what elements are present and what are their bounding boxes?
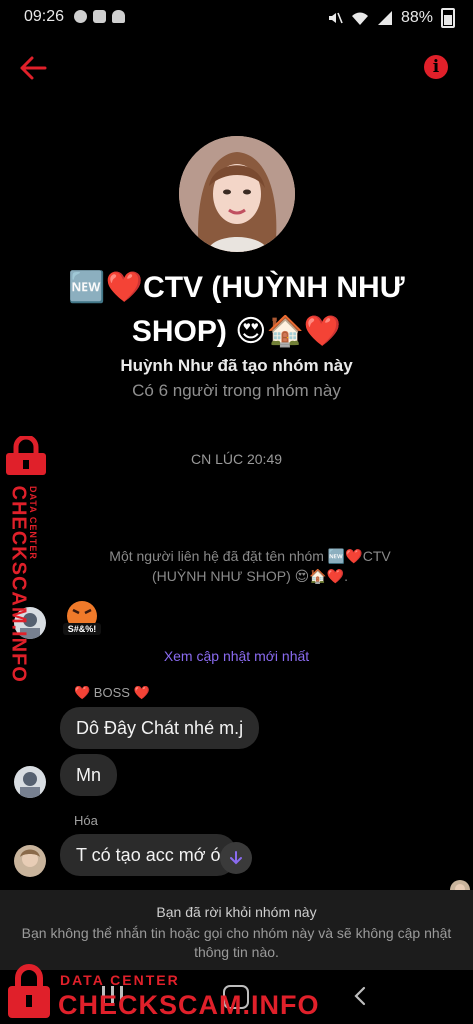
status-time: 09:26 [24, 8, 65, 25]
info-icon[interactable]: i [424, 55, 448, 79]
person-avatar-icon [14, 845, 46, 877]
messenger-icon [74, 10, 87, 23]
watermark-side: CHECKSCAM.INFO DATA CENTER [2, 434, 50, 683]
angry-emoji-sticker[interactable]: S#&%! [60, 598, 104, 642]
system-message-line2: (HUỲNH NHƯ SHOP) 😍🏠❤️. [152, 568, 348, 584]
padlock-icon [6, 434, 46, 475]
message-bubble[interactable]: T có tạo acc mớ ó [60, 834, 237, 876]
arrow-left-icon[interactable] [18, 54, 48, 82]
watermark-bottom: DATA CENTER CHECKSCAM.INFO [0, 962, 319, 1024]
group-name-line2: SHOP) 😍🏠❤️ [131, 315, 342, 348]
watermark-bottom-line1: DATA CENTER [60, 972, 180, 988]
mute-icon [328, 12, 343, 24]
person-photo-icon [179, 136, 295, 252]
signal-icon [377, 11, 392, 25]
watermark-bottom-line2: CHECKSCAM.INFO [58, 990, 320, 1020]
group-created-by: Huỳnh Như đã tạo nhóm này [120, 356, 353, 375]
sticker-text: S#&%! [67, 624, 97, 634]
sender-avatar[interactable] [14, 766, 46, 798]
system-message: Một người liên hệ đã đặt tên nhóm 🆕❤️CTV… [80, 546, 420, 586]
banner-title: Bạn đã rời khỏi nhóm này [156, 904, 317, 920]
status-bar: 09:26 88% [0, 0, 473, 34]
group-name: 🆕❤️CTV (HUỲNH NHƯ SHOP) 😍🏠❤️ [40, 266, 433, 354]
notification-icons [74, 10, 125, 23]
status-right: 88% [327, 8, 455, 28]
scroll-down-button[interactable] [220, 842, 252, 874]
sender-name: ❤️ BOSS ❤️ [74, 685, 150, 700]
battery-percent: 88% [400, 9, 433, 26]
group-avatar[interactable] [179, 136, 295, 252]
watermark-side-line1: DATA CENTER [28, 486, 38, 560]
watermark-side-line2: CHECKSCAM.INFO [7, 485, 30, 683]
padlock-icon [8, 964, 50, 1018]
arrow-down-icon [230, 851, 242, 865]
group-member-count: Có 6 người trong nhóm này [132, 381, 341, 400]
left-group-banner: Bạn đã rời khỏi nhóm này Bạn không thể n… [0, 890, 473, 970]
battery-icon [441, 8, 455, 28]
facebook-icon [93, 10, 106, 23]
group-name-line1: 🆕❤️CTV (HUỲNH NHƯ [68, 271, 405, 304]
sender-name: Hóa [74, 813, 98, 828]
message-bubble[interactable]: Mn [60, 754, 118, 796]
message-bubble[interactable]: Dô Đây Chát nhé m.j [60, 707, 260, 749]
see-latest-link[interactable]: Xem cập nhật mới nhất [0, 648, 473, 664]
watermark-side-text: CHECKSCAM.INFO DATA CENTER [6, 485, 39, 683]
android-icon [112, 10, 125, 23]
person-avatar-icon [14, 766, 46, 798]
sender-avatar[interactable] [14, 845, 46, 877]
wifi-icon [351, 12, 368, 25]
banner-body: Bạn không thể nhắn tin hoặc gọi cho nhóm… [21, 925, 452, 960]
message-timestamp: CN LÚC 20:49 [190, 451, 283, 467]
angry-face-icon [63, 601, 101, 635]
nav-back-icon[interactable] [350, 985, 370, 1007]
system-message-line1: Một người liên hệ đã đặt tên nhóm 🆕❤️CTV [109, 548, 391, 564]
